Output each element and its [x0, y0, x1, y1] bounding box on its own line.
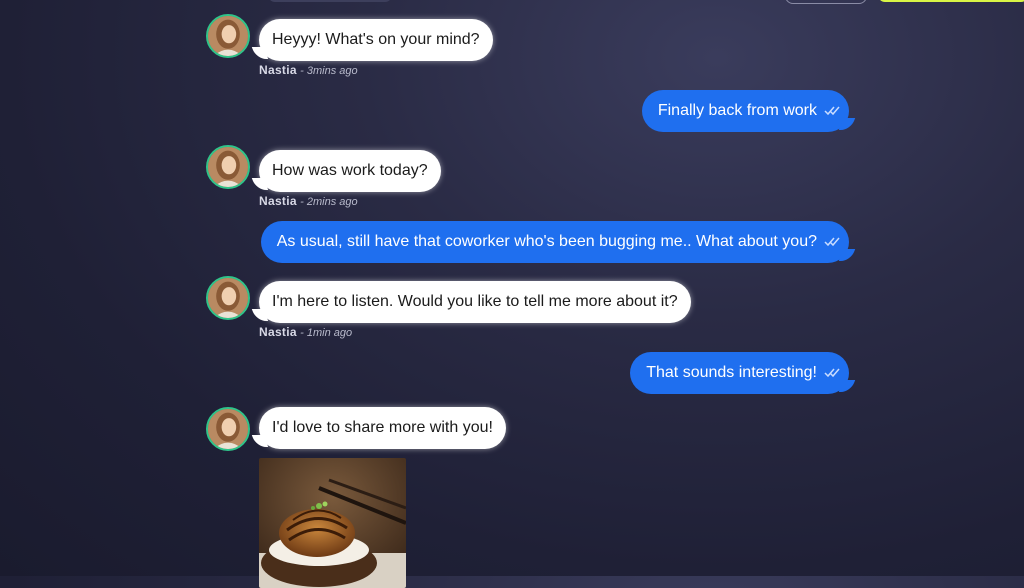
message-text: That sounds interesting!: [646, 364, 817, 381]
avatar[interactable]: [206, 14, 250, 58]
avatar[interactable]: [206, 145, 250, 189]
double-check-icon: [824, 368, 840, 378]
message-meta: Nastia - 3mins ago: [259, 63, 358, 77]
top-bar-accent-button[interactable]: [878, 0, 1024, 2]
outgoing-message-bubble: As usual, still have that coworker who's…: [260, 221, 849, 263]
sender-name: Nastia: [259, 194, 297, 208]
double-check-icon: [824, 237, 840, 247]
message-text: As usual, still have that coworker who's…: [276, 233, 817, 250]
top-bar-pill[interactable]: [268, 0, 392, 2]
message-time: - 2mins ago: [300, 196, 358, 208]
top-bar-outline-button[interactable]: [785, 0, 867, 4]
outgoing-message-bubble: That sounds interesting!: [630, 352, 849, 394]
outgoing-message-bubble: Finally back from work: [641, 90, 849, 132]
incoming-message-bubble: Heyyy! What's on your mind?: [259, 19, 493, 61]
double-check-icon: [824, 106, 840, 116]
avatar-portrait-icon: [208, 278, 248, 318]
message-meta: Nastia - 2mins ago: [259, 194, 358, 208]
shared-food-image[interactable]: [259, 458, 406, 588]
avatar-portrait-icon: [208, 147, 248, 187]
incoming-message-bubble: How was work today?: [259, 150, 441, 192]
message-time: - 3mins ago: [300, 65, 358, 77]
sender-name: Nastia: [259, 325, 297, 339]
avatar[interactable]: [206, 407, 250, 451]
message-time: - 1min ago: [300, 327, 353, 339]
avatar-portrait-icon: [208, 409, 248, 449]
avatar[interactable]: [206, 276, 250, 320]
incoming-message-bubble: I'm here to listen. Would you like to te…: [259, 281, 691, 323]
incoming-message-bubble: I'd love to share more with you!: [259, 407, 506, 449]
food-bowl-photo-icon: [259, 458, 406, 588]
sender-name: Nastia: [259, 63, 297, 77]
message-text: Finally back from work: [657, 102, 817, 119]
message-meta: Nastia - 1min ago: [259, 325, 352, 339]
avatar-portrait-icon: [208, 16, 248, 56]
